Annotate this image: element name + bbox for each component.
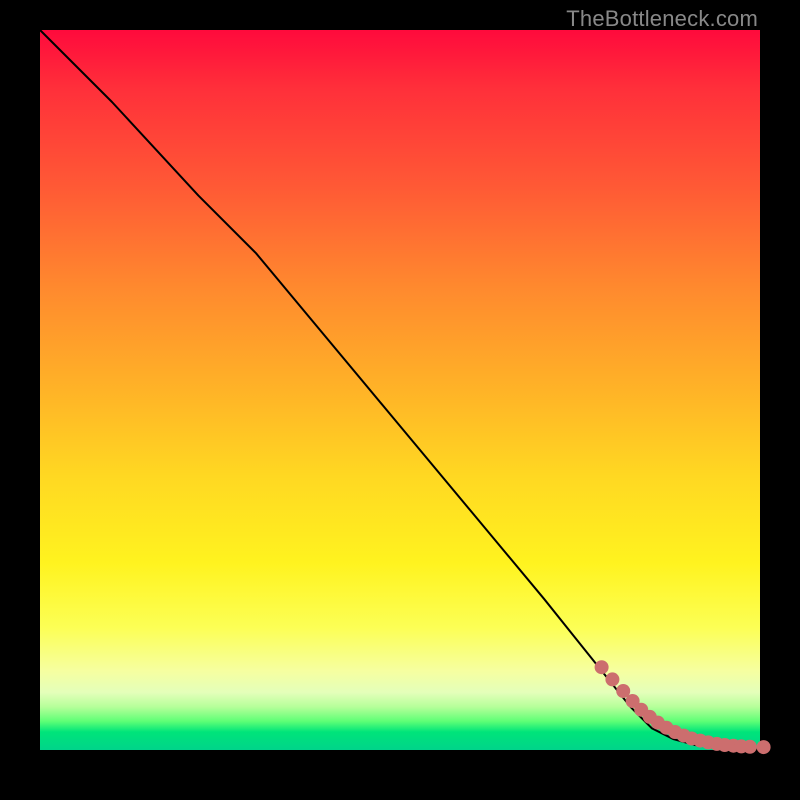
scatter-points [595,660,771,754]
watermark-text: TheBottleneck.com [566,6,758,32]
data-point [605,672,619,686]
data-point [743,740,757,754]
chart-overlay [40,30,760,750]
data-point [757,740,771,754]
bottleneck-curve [40,30,760,750]
chart-frame: TheBottleneck.com [0,0,800,800]
data-point [595,660,609,674]
